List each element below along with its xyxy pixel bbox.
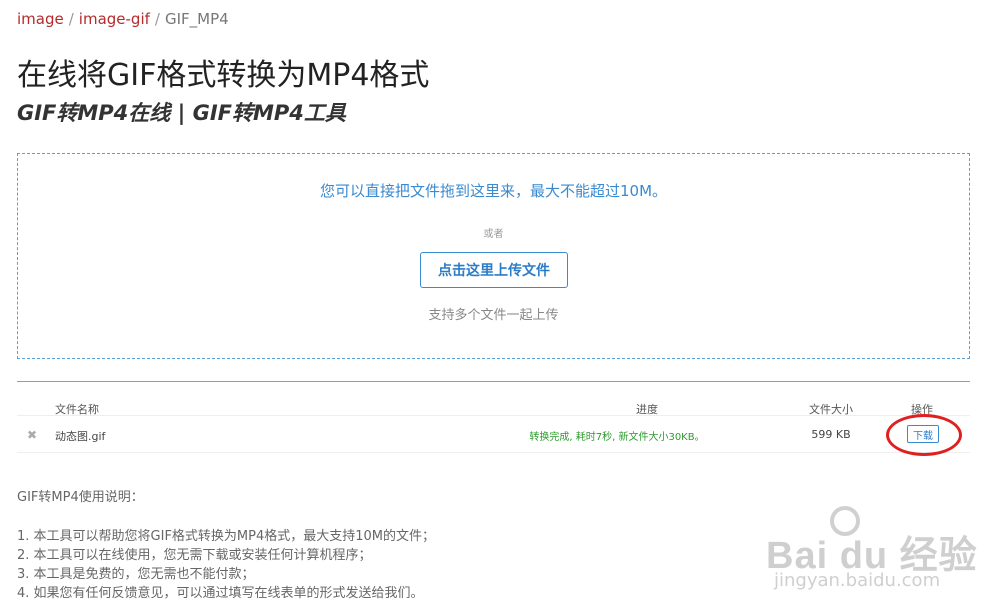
multi-upload-hint: 支持多个文件一起上传	[428, 308, 559, 323]
table-row: ✖ 动态图.gif 转换完成, 耗时7秒, 新文件大小30KB。 599 KB …	[17, 414, 970, 456]
download-button[interactable]: 下载	[907, 425, 939, 443]
breadcrumb-current: GIF_MP4	[164, 10, 229, 28]
table-header: 文件名称 进度 文件大小 操作	[17, 398, 970, 416]
instruction-item: 2. 本工具可以在线使用，您无需下载或安装任何计算机程序；	[17, 548, 372, 563]
column-header-progress: 进度	[636, 403, 658, 416]
column-header-filename: 文件名称	[55, 403, 99, 416]
watermark-brand: Bai du 经验	[766, 535, 978, 577]
file-name: 动态图.gif	[55, 430, 106, 443]
file-size: 599 KB	[811, 428, 851, 441]
drop-hint: 您可以直接把文件拖到这里来，最大不能超过10M。	[319, 182, 668, 200]
breadcrumb-link-image[interactable]: image	[17, 10, 64, 28]
section-divider	[17, 381, 970, 382]
file-dropzone[interactable]: 您可以直接把文件拖到这里来，最大不能超过10M。 或者 点击这里上传文件 支持多…	[17, 153, 970, 359]
or-label: 或者	[483, 229, 504, 240]
column-header-action: 操作	[911, 403, 933, 416]
breadcrumb-link-image-gif[interactable]: image-gif	[79, 10, 150, 28]
instruction-item: 1. 本工具可以帮助您将GIF格式转换为MP4格式，最大支持10M的文件；	[17, 529, 436, 544]
page-subtitle: GIF转MP4在线 | GIF转MP4工具	[17, 101, 346, 125]
breadcrumb-separator: /	[154, 10, 160, 28]
breadcrumb-separator: /	[68, 10, 74, 28]
column-header-filesize: 文件大小	[809, 403, 853, 416]
baidu-watermark: Bai du 经验 jingyan.baidu.com	[760, 498, 990, 598]
usage-instructions: GIF转MP4使用说明： 1. 本工具可以帮助您将GIF格式转换为MP4格式，最…	[17, 486, 435, 603]
file-table: 文件名称 进度 文件大小 操作 ✖ 动态图.gif 转换完成, 耗时7秒, 新文…	[17, 398, 970, 456]
upload-file-button[interactable]: 点击这里上传文件	[420, 252, 568, 288]
watermark-url: jingyan.baidu.com	[774, 570, 941, 591]
remove-file-icon[interactable]: ✖	[27, 428, 37, 442]
instruction-item: 3. 本工具是免费的，您无需也不能付款；	[17, 567, 255, 582]
conversion-status: 转换完成, 耗时7秒, 新文件大小30KB。	[529, 432, 705, 443]
paw-logo-icon	[830, 506, 860, 536]
instruction-item: 4. 如果您有任何反馈意见，可以通过填写在线表单的形式发送给我们。	[17, 586, 424, 601]
instructions-heading: GIF转MP4使用说明：	[17, 490, 144, 505]
page-title: 在线将GIF格式转换为MP4格式	[17, 58, 430, 93]
breadcrumb: image / image-gif / GIF_MP4	[17, 10, 229, 28]
